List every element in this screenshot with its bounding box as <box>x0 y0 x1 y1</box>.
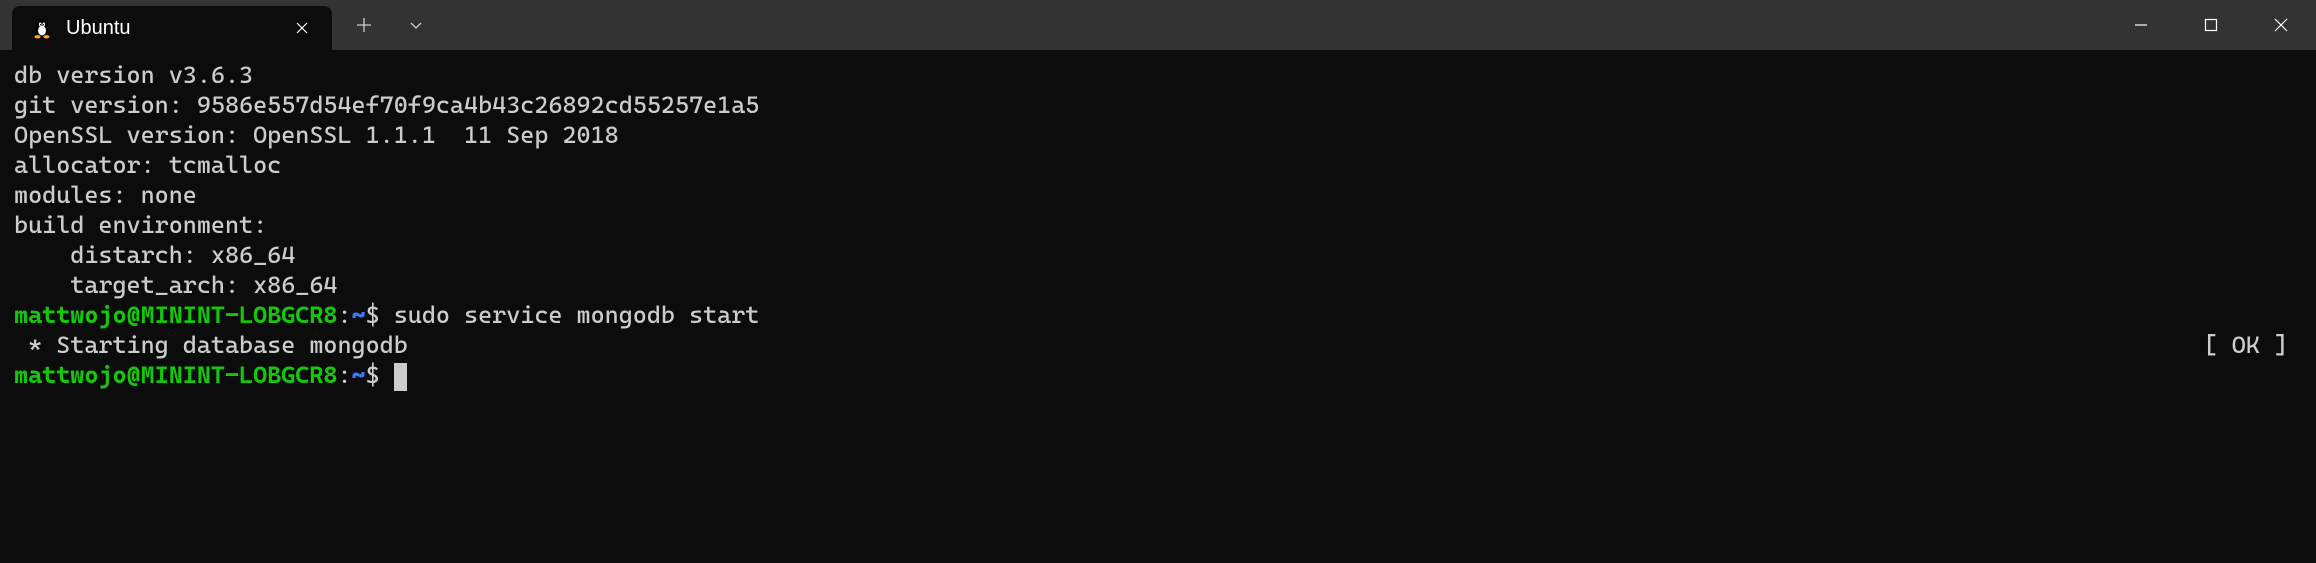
prompt-line: mattwojo@MININT-LOBGCR8:~$ sudo service … <box>14 300 2302 330</box>
close-icon[interactable] <box>290 16 314 40</box>
prompt-userhost: mattwojo@MININT-LOBGCR8 <box>14 361 337 389</box>
close-window-button[interactable] <box>2246 0 2316 50</box>
output-line: db version v3.6.3 <box>14 60 2302 90</box>
prompt-path: ~ <box>352 361 366 389</box>
output-line: target_arch: x86_64 <box>14 270 2302 300</box>
maximize-button[interactable] <box>2176 0 2246 50</box>
tab-actions <box>332 0 438 50</box>
cursor <box>394 363 407 391</box>
new-tab-button[interactable] <box>342 3 386 47</box>
prompt-separator: : <box>337 361 351 389</box>
tux-icon <box>30 16 54 40</box>
prompt-path: ~ <box>352 301 366 329</box>
output-line: allocator: tcmalloc <box>14 150 2302 180</box>
tab-ubuntu[interactable]: Ubuntu <box>12 6 332 50</box>
status-right: [ OK ] <box>2204 330 2302 360</box>
tab-dropdown-button[interactable] <box>394 3 438 47</box>
prompt-line: mattwojo@MININT-LOBGCR8:~$ <box>14 360 2302 390</box>
prompt-dollar: $ <box>366 361 394 389</box>
tab-strip: Ubuntu <box>0 0 332 50</box>
output-line: OpenSSL version: OpenSSL 1.1.1 11 Sep 20… <box>14 120 2302 150</box>
output-line: modules: none <box>14 180 2302 210</box>
status-left: * Starting database mongodb <box>14 330 408 360</box>
prompt-userhost: mattwojo@MININT-LOBGCR8 <box>14 301 337 329</box>
output-line: git version: 9586e557d54ef70f9ca4b43c268… <box>14 90 2302 120</box>
output-line: build environment: <box>14 210 2302 240</box>
prompt-dollar: $ <box>366 301 394 329</box>
terminal-output[interactable]: db version v3.6.3 git version: 9586e557d… <box>0 50 2316 400</box>
tab-title: Ubuntu <box>66 17 278 40</box>
window-controls <box>2106 0 2316 50</box>
minimize-button[interactable] <box>2106 0 2176 50</box>
titlebar-drag-area[interactable] <box>438 0 2106 50</box>
status-line: * Starting database mongodb [ OK ] <box>14 330 2302 360</box>
output-line: distarch: x86_64 <box>14 240 2302 270</box>
prompt-separator: : <box>337 301 351 329</box>
command-text: sudo service mongodb start <box>394 301 760 329</box>
titlebar: Ubuntu <box>0 0 2316 50</box>
